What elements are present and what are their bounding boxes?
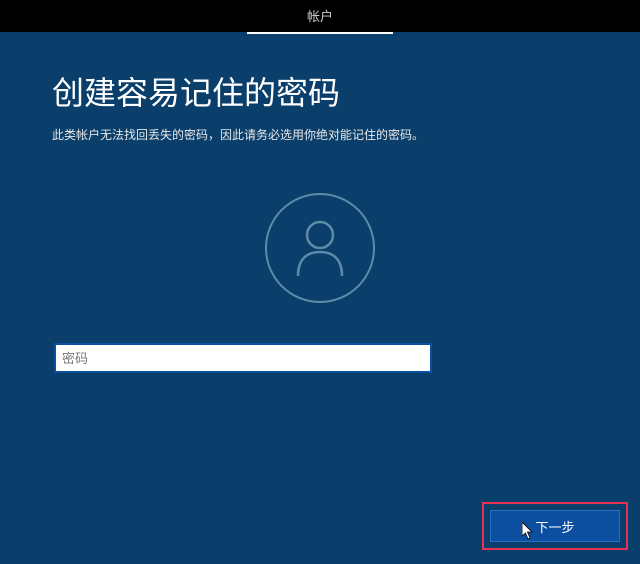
- next-button-label: 下一步: [535, 517, 574, 536]
- user-icon: [265, 193, 375, 303]
- cursor-icon: [522, 522, 536, 540]
- avatar-container: [52, 193, 588, 303]
- header-bar: 帐户: [0, 0, 640, 32]
- content-area: 创建容易记住的密码 此类帐户无法找回丢失的密码，因此请务必选用你绝对能记住的密码…: [0, 32, 640, 373]
- next-button[interactable]: 下一步: [490, 510, 620, 542]
- tab-account[interactable]: 帐户: [247, 0, 393, 34]
- password-input[interactable]: [54, 343, 432, 373]
- page-title: 创建容易记住的密码: [52, 68, 588, 114]
- page-subtitle: 此类帐户无法找回丢失的密码，因此请务必选用你绝对能记住的密码。: [52, 126, 588, 143]
- next-button-highlight: 下一步: [482, 502, 628, 550]
